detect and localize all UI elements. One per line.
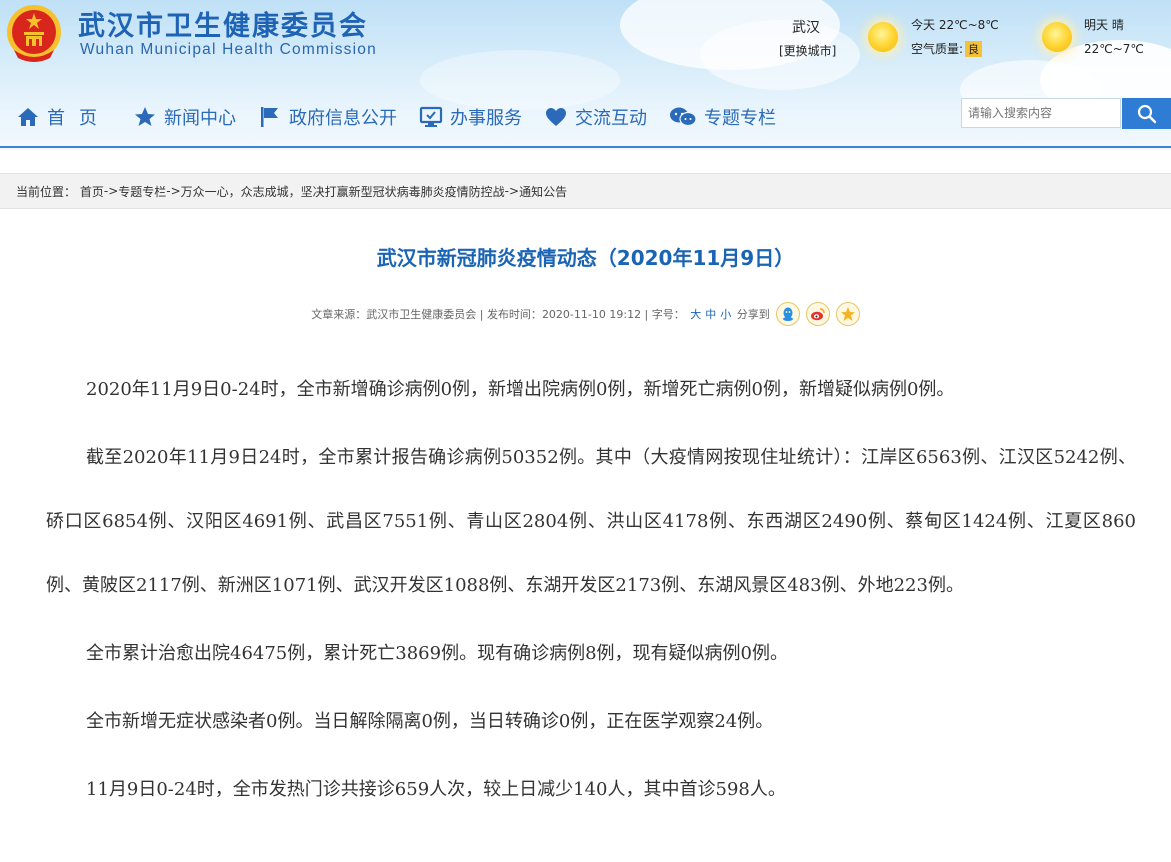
breadcrumb-prefix: 当前位置： [16,184,77,199]
breadcrumb-separator: -> [166,184,181,198]
site-title[interactable]: 武汉市卫生健康委员会 [78,4,368,43]
breadcrumb-item-home[interactable]: 首页 [80,183,104,200]
nav-label: 交流互动 [575,108,647,129]
nav-label: 专题专栏 [704,108,776,129]
article-meta: 文章来源： 武汉市卫生健康委员会 | 发布时间： 2020-11-10 19:1… [0,302,1171,326]
main-nav: 首页 新闻中心 政府信息公开 办事服务 交流互动 专题专栏 [16,102,798,132]
source-label: 文章来源： [311,308,367,321]
font-size-label: 字号： [651,308,685,321]
nav-item-home[interactable]: 首页 [16,104,111,130]
qq-icon[interactable] [775,302,800,326]
article-body: 2020年11月9日0-24时，全市新增确诊病例0例，新增出院病例0例，新增死亡… [46,358,1136,826]
article-paragraph: 11月9日0-24时，全市发热门诊共接诊659人次，较上日减少140人，其中首诊… [86,779,786,800]
chat-icon [670,107,697,127]
article-paragraph: 截至2020年11月9日24时，全市累计报告确诊病例50352例。其中（大疫情网… [46,447,1136,596]
weather-tomorrow: 明天 晴 [1084,16,1124,33]
article-paragraph: 2020年11月9日0-24时，全市新增确诊病例0例，新增出院病例0例，新增死亡… [86,379,955,400]
change-city-link[interactable]: [更换城市] [779,42,836,59]
nav-label: 新闻中心 [164,108,236,129]
article-title: 武汉市新冠肺炎疫情动态（2020年11月9日） [376,246,795,270]
cloud-decoration [420,50,620,110]
air-quality: 空气质量: 良 [911,40,983,57]
weather-city: 武汉 [792,20,820,36]
nav-label: 首页 [47,108,111,129]
favorite-star-icon[interactable] [835,302,860,326]
sun-icon [1042,22,1072,52]
weather-today: 今天 22℃~8℃ [911,16,999,33]
search-icon [1137,104,1156,123]
breadcrumb-item-campaign[interactable]: 万众一心，众志成城，坚决打赢新型冠状病毒肺炎疫情防控战 [181,183,505,200]
breadcrumb-separator: -> [103,184,119,198]
today-label: 今天 [911,18,936,32]
air-quality-label: 空气质量: [911,42,964,56]
tomorrow-condition: 晴 [1111,18,1124,32]
nav-label: 办事服务 [450,108,522,129]
tomorrow-temp: 22℃~7℃ [1084,42,1144,56]
site-header: 武汉市卫生健康委员会 Wuhan Municipal Health Commis… [0,0,1171,150]
tomorrow-label: 明天 [1084,18,1109,32]
today-temp: 22℃~8℃ [938,18,999,32]
breadcrumb-separator: -> [504,184,520,198]
header-divider [0,146,1171,148]
article-paragraph: 全市新增无症状感染者0例。当日解除隔离0例，当日转确诊0例，正在医学观察24例。 [86,711,774,732]
nav-item-news[interactable]: 新闻中心 [133,104,236,130]
home-icon [18,108,38,126]
national-emblem-logo[interactable] [4,2,64,64]
breadcrumb-item-topics[interactable]: 专题专栏 [118,183,166,200]
publish-label: 发布时间： [486,308,542,321]
font-size-large[interactable]: 大 [690,306,701,322]
font-size-medium[interactable]: 中 [705,306,716,322]
font-size-small[interactable]: 小 [720,306,731,322]
breadcrumb-item-notices[interactable]: 通知公告 [519,183,567,200]
nav-item-gov-info[interactable]: 政府信息公开 [258,104,397,130]
meta-divider: | [476,307,487,321]
site-subtitle-english: Wuhan Municipal Health Commission [80,41,377,58]
flag-icon [261,107,278,127]
article-source: 武汉市卫生健康委员会 [366,308,477,321]
sun-icon [868,22,898,52]
meta-divider: | [641,307,652,321]
search-button[interactable] [1122,98,1171,129]
nav-item-services[interactable]: 办事服务 [419,104,522,130]
nav-item-topics[interactable]: 专题专栏 [669,104,776,130]
publish-time: 2020-11-10 19:12 [541,307,642,321]
breadcrumb: 当前位置： 首页 -> 专题专栏 -> 万众一心，众志成城，坚决打赢新型冠状病毒肺炎疫情… [0,173,1171,209]
nav-item-interaction[interactable]: 交流互动 [544,104,647,130]
weibo-icon[interactable] [805,302,830,326]
heart-icon [546,108,566,126]
nav-label: 政府信息公开 [289,108,397,129]
search-input[interactable] [961,98,1121,128]
article-paragraph: 全市累计治愈出院46475例，累计死亡3869例。现有确诊病例8例，现有疑似病例… [86,643,788,664]
star-icon [135,107,155,126]
monitor-icon [419,106,443,127]
share-label: 分享到 [736,308,770,321]
air-quality-badge: 良 [965,41,983,57]
